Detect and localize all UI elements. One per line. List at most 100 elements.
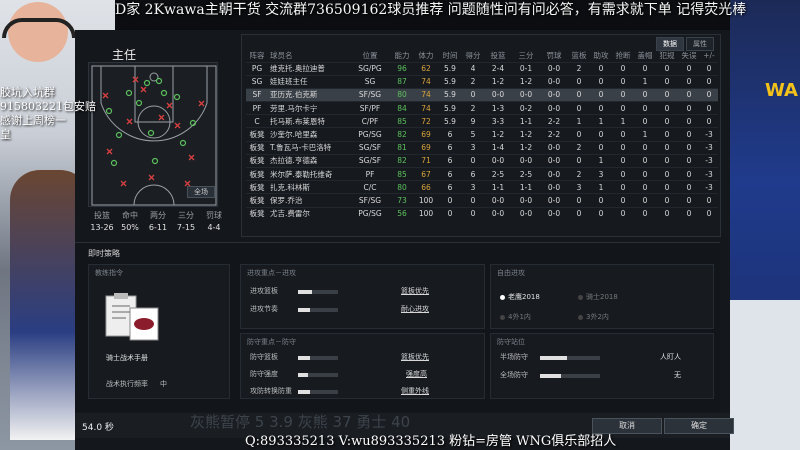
column-header[interactable]: 球员名 <box>268 49 350 62</box>
table-row[interactable]: 板凳 尤吉.费雷尔 PG/SG 56 100 0 0 0-0 0-0 0-0 0 0 0 0 0 0 0 <box>246 206 718 221</box>
option-cavs[interactable]: 骑士2018 <box>578 292 618 302</box>
table-row[interactable]: 板凳 杰拉德.亨德森 SG/SF 82 71 6 0 0-0 0-0 0-0 0 1 0 0 0 0 -3 <box>246 153 718 168</box>
table-cell: 0-1 <box>512 61 540 76</box>
table-cell: 3 <box>462 180 484 194</box>
column-header[interactable]: 盖帽 <box>634 49 656 62</box>
table-row[interactable]: 板凳 米尔萨.泰勒托维奇 PF 85 67 6 6 2-5 2-5 0-0 2 3 0 0 0 0 -3 <box>246 166 718 181</box>
table-cell: 71 <box>414 153 438 168</box>
table-cell: 6 <box>438 180 462 194</box>
table-cell: 0 <box>656 87 678 102</box>
jersey-text: WA <box>765 80 798 101</box>
option-label: 4外1内 <box>508 313 531 321</box>
table-cell: PG/SG <box>350 127 390 142</box>
full-court-button[interactable]: 全场 <box>187 186 215 198</box>
column-header[interactable]: 抢断 <box>612 49 634 62</box>
table-cell: 85 <box>390 166 414 181</box>
table-cell: 0 <box>438 193 462 208</box>
column-header[interactable]: 篮板 <box>568 49 590 62</box>
table-cell: 62 <box>414 61 438 76</box>
headset <box>2 18 76 38</box>
column-header[interactable]: 时间 <box>438 49 462 62</box>
table-cell: 0 <box>634 140 656 155</box>
fullcourt-slider[interactable] <box>540 374 600 378</box>
table-cell: 0-0 <box>540 193 568 208</box>
table-cell: 0 <box>612 140 634 155</box>
table-row[interactable]: 板凳 保罗.乔治 SF/SG 73 100 0 0 0-0 0-0 0-0 0 0 0 0 0 0 0 <box>246 193 718 208</box>
confirm-button[interactable]: 确定 <box>664 418 734 434</box>
summary-header: 两分 <box>150 211 166 220</box>
table-cell: -3 <box>700 127 718 142</box>
defense-rebound-link[interactable]: 篮板优先 <box>401 352 429 362</box>
table-row[interactable]: PF 劳里.马尔卡宁 SF/PF 84 74 5.9 2 1-3 0-2 0-0 0 0 0 0 0 0 0 <box>246 101 718 115</box>
table-cell: 0 <box>590 61 612 76</box>
offense-rebound-slider[interactable] <box>298 290 338 294</box>
table-row[interactable]: SG 娃娃班主任 SG 87 74 5.9 2 1-2 1-2 0-0 0 0 0 1 0 0 0 <box>246 74 718 89</box>
column-header[interactable]: 得分 <box>462 49 484 62</box>
option-4out1in[interactable]: 4外1内 <box>500 312 531 322</box>
table-cell: 80 <box>390 87 414 102</box>
halfcourt-slider[interactable] <box>540 356 600 360</box>
table-cell: 0 <box>612 127 634 142</box>
table-cell: 托马斯.布莱恩特 <box>268 114 350 128</box>
option-3out2in[interactable]: 3外2内 <box>578 312 609 322</box>
table-cell: 0 <box>612 206 634 221</box>
table-cell: 0 <box>656 114 678 128</box>
transition-slider[interactable] <box>298 390 338 394</box>
table-cell: 板凳 <box>246 140 268 155</box>
option-hawks[interactable]: 老鹰2018 <box>500 292 540 302</box>
column-header[interactable]: 三分 <box>512 49 540 62</box>
column-header[interactable]: 位置 <box>350 49 390 62</box>
table-cell: 0 <box>590 193 612 208</box>
table-row[interactable]: SF 亚历克.伯克斯 SF/SG 80 74 5.9 0 0-0 0-0 0-0 0 0 0 0 0 0 0 <box>246 87 718 102</box>
table-cell: 0-0 <box>484 87 512 102</box>
table-cell: 1 <box>568 114 590 128</box>
table-cell: 1-2 <box>484 74 512 89</box>
column-header[interactable]: 罚球 <box>540 49 568 62</box>
table-cell: 4 <box>462 61 484 76</box>
table-cell: 劳里.马尔卡宁 <box>268 101 350 115</box>
transition-link[interactable]: 侧重外线 <box>401 386 429 396</box>
offense-rebound-link[interactable]: 篮板优先 <box>401 286 429 296</box>
halfcourt-value[interactable]: 人盯人 <box>660 352 681 362</box>
table-row[interactable]: 板凳 沙奎尔.哈里森 PG/SG 82 69 6 5 1-2 1-2 2-2 0 0 0 1 0 0 -3 <box>246 127 718 142</box>
table-cell: 2 <box>568 61 590 76</box>
table-row[interactable]: C 托马斯.布莱恩特 C/PF 85 72 5.9 9 3-3 1-1 2-2 1 1 1 0 0 0 0 <box>246 114 718 128</box>
offense-tempo-link[interactable]: 耐心进攻 <box>401 304 429 314</box>
freq-value[interactable]: 中 <box>160 379 167 389</box>
column-header[interactable]: +/- <box>700 49 718 62</box>
defense-rebound-slider[interactable] <box>298 356 338 360</box>
table-cell: 3 <box>462 140 484 155</box>
table-cell: 1 <box>612 114 634 128</box>
offense-tempo-slider[interactable] <box>298 308 338 312</box>
table-cell: 0 <box>678 127 700 142</box>
table-cell: 0 <box>590 127 612 142</box>
table-row[interactable]: PG 维克托.奥拉迪普 SG/PG 96 62 5.9 4 2-4 0-1 0-0 2 0 0 0 0 0 0 <box>246 61 718 76</box>
column-header[interactable]: 投篮 <box>484 49 512 62</box>
column-header[interactable]: 犯规 <box>656 49 678 62</box>
table-cell: 5.9 <box>438 114 462 128</box>
defense-intensity-link[interactable]: 强度高 <box>406 369 427 379</box>
column-header[interactable]: 阵容 <box>246 49 268 62</box>
table-row[interactable]: 板凳 扎克.科林斯 C/C 80 66 6 3 1-1 1-1 0-0 3 1 0 0 0 0 -3 <box>246 180 718 194</box>
table-row[interactable]: 板凳 T.鲁瓦马-卡巴洛特 SG/SF 81 69 6 3 1-4 1-2 0-0 2 0 0 0 0 0 -3 <box>246 140 718 155</box>
table-cell: 0 <box>462 153 484 168</box>
summary-value: 6-11 <box>148 223 168 232</box>
defense-intensity-slider[interactable] <box>298 373 338 377</box>
table-cell: 0 <box>656 166 678 181</box>
table-cell: 0-0 <box>540 180 568 194</box>
summary-headers: 投篮 命中 两分 三分 罚球 <box>88 210 228 221</box>
column-header[interactable]: 能力 <box>390 49 414 62</box>
table-cell: 5.9 <box>438 61 462 76</box>
column-header[interactable]: 体力 <box>414 49 438 62</box>
column-header[interactable]: 助攻 <box>590 49 612 62</box>
table-cell: 0-0 <box>484 153 512 168</box>
table-cell: 73 <box>390 193 414 208</box>
table-cell: 板凳 <box>246 153 268 168</box>
column-header[interactable]: 失误 <box>678 49 700 62</box>
fullcourt-value[interactable]: 无 <box>674 370 681 380</box>
table-cell: 0 <box>656 193 678 208</box>
clipboard-icon[interactable] <box>104 292 162 344</box>
table-cell: SG/SF <box>350 153 390 168</box>
table-cell: 3-3 <box>484 114 512 128</box>
table-cell: 0 <box>612 153 634 168</box>
